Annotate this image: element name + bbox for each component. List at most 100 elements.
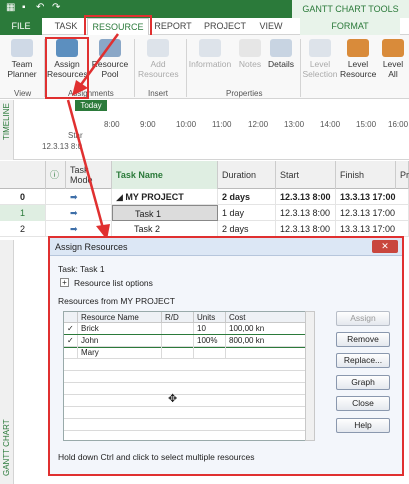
graph-button[interactable]: Graph <box>336 375 390 390</box>
finish-cell[interactable]: 13.3.13 17:00 <box>336 189 409 205</box>
column-task-mode[interactable]: Task Mode <box>66 161 112 189</box>
expand-options-icon[interactable]: + <box>60 278 69 287</box>
collapse-icon[interactable]: ◢ <box>116 192 125 202</box>
row-number-header <box>0 161 46 189</box>
column-cost[interactable]: Cost <box>226 312 312 323</box>
assigned-check-icon[interactable] <box>64 347 78 359</box>
redo-icon[interactable]: ↷ <box>52 2 60 13</box>
finish-cell[interactable]: 12.3.13 17:00 <box>336 205 409 221</box>
table-row[interactable] <box>64 371 312 383</box>
row-id: 2 <box>0 221 46 237</box>
column-task-name[interactable]: Task Name <box>112 161 218 189</box>
timeline-tick: 16:00 <box>388 120 409 129</box>
rd-cell[interactable] <box>162 323 194 335</box>
tab-task[interactable]: TASK <box>48 18 84 35</box>
information-button[interactable]: Information <box>188 39 232 69</box>
help-button[interactable]: Help <box>336 418 390 433</box>
column-finish[interactable]: Finish <box>336 161 396 189</box>
information-icon <box>199 39 221 57</box>
notes-button[interactable]: Notes <box>236 39 264 69</box>
column-start[interactable]: Start <box>276 161 336 189</box>
column-resource-name[interactable]: Resource Name <box>78 312 162 323</box>
table-row[interactable] <box>64 407 312 419</box>
units-cell[interactable] <box>194 347 226 359</box>
resource-pool-icon <box>99 39 121 57</box>
table-row[interactable]: 2 ➡ Task 2 2 days 12.3.13 8:00 13.3.13 1… <box>0 221 409 237</box>
level-all-icon <box>382 39 404 57</box>
resource-name-cell[interactable]: Mary <box>78 347 162 359</box>
contextual-tools-label: GANTT CHART TOOLS <box>292 0 409 18</box>
start-cell[interactable]: 12.3.13 8:00 <box>276 221 336 237</box>
level-all-button[interactable]: Level All <box>378 39 408 79</box>
vertical-scrollbar[interactable] <box>305 311 315 441</box>
rd-cell[interactable] <box>162 347 194 359</box>
team-planner-button[interactable]: Team Planner <box>2 39 42 79</box>
timeline-pane: TIMELINE Today Star 12.3.13 8:0 8:00 9:0… <box>0 100 409 160</box>
save-icon[interactable]: ▪ <box>22 2 26 13</box>
duration-cell[interactable]: 2 days <box>218 189 276 205</box>
table-row[interactable] <box>64 359 312 371</box>
dialog-title: Assign Resources <box>55 242 128 252</box>
highlight-resource-tab <box>84 15 152 37</box>
resource-pool-button[interactable]: Resource Pool <box>90 39 130 79</box>
start-cell[interactable]: 12.3.13 8:00 <box>276 205 336 221</box>
units-cell[interactable]: 100% <box>194 335 226 347</box>
table-row[interactable] <box>64 419 312 431</box>
task-name-cell[interactable]: Task 1 <box>112 205 218 221</box>
level-resource-button[interactable]: Level Resource <box>340 39 376 79</box>
add-resources-button[interactable]: Add Resources <box>138 39 179 79</box>
units-cell[interactable]: 10 <box>194 323 226 335</box>
table-row[interactable]: 1 ➡ Task 1 1 day 12.3.13 8:00 12.3.13 17… <box>0 205 409 221</box>
finish-cell[interactable]: 13.3.13 17:00 <box>336 221 409 237</box>
table-row[interactable] <box>64 383 312 395</box>
ribbon-tabs: FILE TASK RESOURCE REPORT PROJECT VIEW F… <box>0 18 409 35</box>
assigned-check-icon[interactable]: ✓ <box>64 335 78 347</box>
tab-report[interactable]: REPORT <box>152 18 194 35</box>
task-name-cell[interactable]: ◢ MY PROJECT <box>112 189 218 205</box>
table-row[interactable]: Mary <box>64 347 312 359</box>
group-separator <box>300 39 301 97</box>
duration-cell[interactable]: 2 days <box>218 221 276 237</box>
app-icon: ▦ <box>6 2 16 13</box>
resource-name-cell[interactable]: Brick <box>78 323 162 335</box>
resources-from-label: Resources from MY PROJECT <box>58 296 175 306</box>
dialog-title-bar: Assign Resources ✕ <box>50 238 402 256</box>
timeline-label: TIMELINE <box>2 103 11 140</box>
column-duration[interactable]: Duration <box>218 161 276 189</box>
assigned-check-icon[interactable]: ✓ <box>64 323 78 335</box>
tab-format[interactable]: FORMAT <box>300 18 400 35</box>
timeline-tick: 9:00 <box>140 120 156 129</box>
remove-button[interactable]: Remove <box>336 332 390 347</box>
table-row[interactable]: 0 ➡ ◢ MY PROJECT 2 days 12.3.13 8:00 13.… <box>0 189 409 205</box>
replace-button[interactable]: Replace... <box>336 353 390 368</box>
table-row[interactable]: ✓ John 100% 800,00 kn <box>64 334 312 348</box>
column-predecessors[interactable]: Pr <box>396 161 409 189</box>
tab-file[interactable]: FILE <box>0 18 42 35</box>
rd-cell[interactable] <box>162 335 194 347</box>
tab-project[interactable]: PROJECT <box>200 18 250 35</box>
column-units[interactable]: Units <box>194 312 226 323</box>
level-resource-icon <box>347 39 369 57</box>
cost-cell <box>226 347 312 359</box>
assign-button[interactable]: Assign <box>336 311 390 326</box>
duration-cell[interactable]: 1 day <box>218 205 276 221</box>
resource-name-cell[interactable]: John <box>78 335 162 347</box>
task-name-cell[interactable]: Task 2 <box>112 221 218 237</box>
tab-view[interactable]: VIEW <box>254 18 288 35</box>
task-mode-icon: ➡ <box>66 205 112 221</box>
start-cell[interactable]: 12.3.13 8:00 <box>276 189 336 205</box>
level-selection-button[interactable]: Level Selection <box>302 39 338 79</box>
task-label: Task: Task 1 <box>58 264 105 274</box>
undo-icon[interactable]: ↶ <box>36 2 44 13</box>
table-row[interactable]: ✓ Brick 10 100,00 kn <box>64 323 312 335</box>
close-button[interactable]: Close <box>336 396 390 411</box>
close-icon[interactable]: ✕ <box>372 240 398 253</box>
info-icon: ⓘ <box>46 161 66 189</box>
selection-hint: Hold down Ctrl and click to select multi… <box>58 452 255 462</box>
table-row[interactable] <box>64 395 312 407</box>
timeline-tick: 14:00 <box>320 120 341 129</box>
insert-group-label: Insert <box>148 89 169 98</box>
resource-list-options-link[interactable]: Resource list options <box>74 278 153 288</box>
column-rd[interactable]: R/D <box>162 312 194 323</box>
details-button[interactable]: Details <box>266 39 296 69</box>
